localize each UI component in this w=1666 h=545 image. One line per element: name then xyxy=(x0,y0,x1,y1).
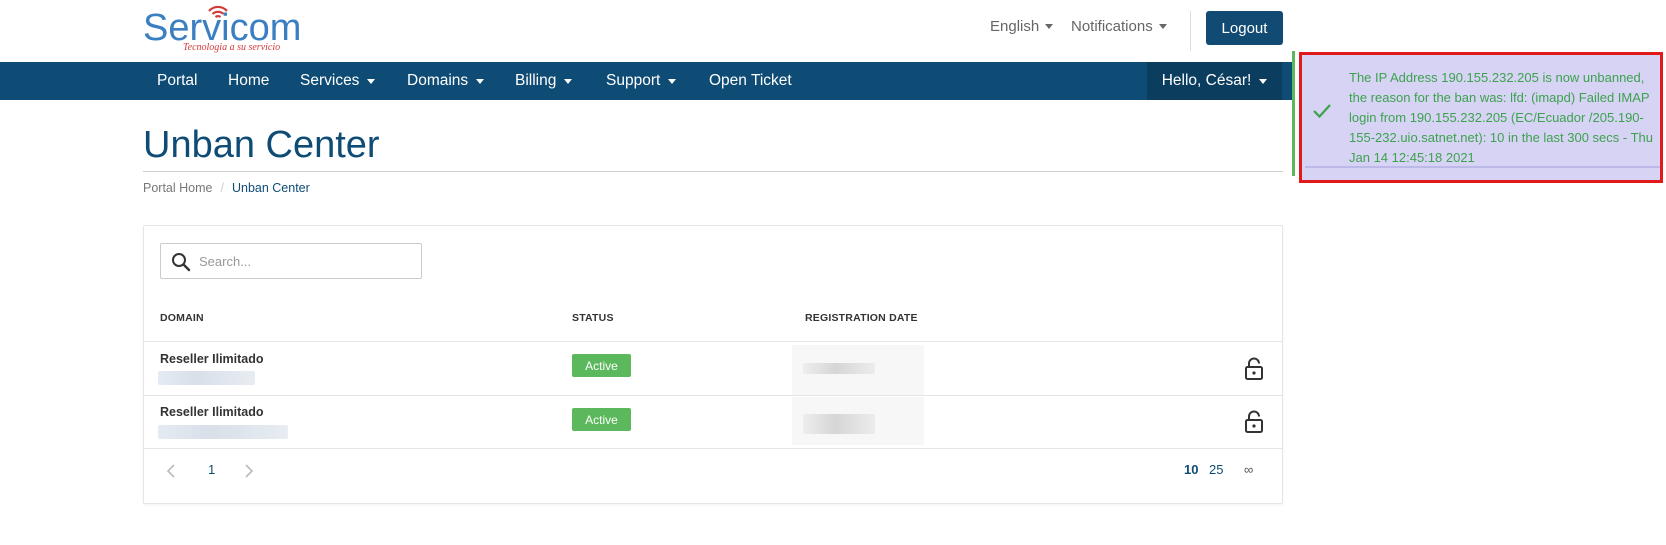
nav-item-home[interactable]: Home xyxy=(228,62,269,100)
nav-item-label: Support xyxy=(606,72,661,89)
user-menu-dropdown[interactable]: Hello, César! xyxy=(1147,62,1282,100)
caret-down-icon xyxy=(564,78,573,84)
breadcrumb: Portal Home / Unban Center xyxy=(143,181,310,195)
redacted-date xyxy=(803,363,875,374)
main-navbar: Portal Home Services Domains Billing Sup… xyxy=(0,62,1292,100)
notifications-label: Notifications xyxy=(1071,18,1153,35)
page-title: Unban Center xyxy=(143,124,380,166)
row-divider xyxy=(144,395,1282,396)
previous-page-icon[interactable] xyxy=(166,464,176,478)
breadcrumb-item-portal-home[interactable]: Portal Home xyxy=(143,181,212,195)
nav-item-portal[interactable]: Portal xyxy=(157,62,198,100)
notifications-dropdown[interactable]: Notifications xyxy=(1071,18,1167,35)
column-header-registration-date[interactable]: REGISTRATION DATE xyxy=(805,312,918,324)
breadcrumb-separator: / xyxy=(220,181,224,195)
caret-down-icon xyxy=(1158,24,1167,29)
status-badge: Active xyxy=(572,408,631,431)
redacted-date xyxy=(803,414,875,434)
row-divider xyxy=(144,448,1282,449)
column-header-status[interactable]: STATUS xyxy=(572,312,614,324)
page-number-button[interactable]: 1 xyxy=(208,462,215,477)
per-page-25[interactable]: 25 xyxy=(1209,462,1223,477)
nav-item-billing[interactable]: Billing xyxy=(515,62,573,100)
nav-item-label: Open Ticket xyxy=(709,72,792,89)
nav-item-label: Home xyxy=(228,72,270,89)
column-header-domain[interactable]: DOMAIN xyxy=(160,312,204,324)
redacted-domain xyxy=(158,371,255,385)
title-divider xyxy=(143,171,1283,172)
search-icon xyxy=(172,253,191,272)
unlock-icon[interactable] xyxy=(1244,357,1264,381)
nav-item-label: Services xyxy=(300,72,360,89)
logout-button[interactable]: Logout xyxy=(1206,11,1283,45)
per-page-all[interactable]: ∞ xyxy=(1244,462,1253,477)
toast-accent-bar xyxy=(1292,51,1295,176)
caret-down-icon xyxy=(476,78,485,84)
nav-item-label: Domains xyxy=(407,72,469,89)
nav-item-services[interactable]: Services xyxy=(300,62,376,100)
status-badge: Active xyxy=(572,354,631,377)
language-label: English xyxy=(990,18,1040,35)
nav-item-label: Billing xyxy=(515,72,557,89)
nav-item-open-ticket[interactable]: Open Ticket xyxy=(709,62,792,100)
per-page-10[interactable]: 10 xyxy=(1184,462,1198,477)
search-input[interactable] xyxy=(199,251,409,271)
caret-down-icon xyxy=(668,78,677,84)
caret-down-icon xyxy=(367,78,376,84)
breadcrumb-item-current: Unban Center xyxy=(231,181,310,195)
redacted-domain xyxy=(158,425,288,439)
next-page-icon[interactable] xyxy=(244,464,254,478)
toast-message: The IP Address 190.155.232.205 is now un… xyxy=(1349,70,1654,165)
nav-item-label: Portal xyxy=(157,72,198,89)
toast-divider xyxy=(1305,166,1660,168)
unban-table-card: DOMAIN STATUS REGISTRATION DATE Reseller… xyxy=(143,225,1283,504)
check-icon xyxy=(1313,104,1331,119)
nav-item-support[interactable]: Support xyxy=(606,62,677,100)
search-field[interactable] xyxy=(160,243,422,279)
unban-notification-toast[interactable]: The IP Address 190.155.232.205 is now un… xyxy=(1299,52,1663,183)
header-divider xyxy=(1190,11,1191,51)
language-dropdown[interactable]: English xyxy=(990,18,1054,35)
servicom-logo[interactable]: Servicom Tecnologia a su servicio xyxy=(143,2,301,54)
row-product-name: Reseller Ilimitado xyxy=(160,352,264,366)
unlock-icon[interactable] xyxy=(1244,410,1264,434)
row-divider xyxy=(144,341,1282,342)
caret-down-icon xyxy=(1045,24,1054,29)
logo-tagline: Tecnologia a su servicio xyxy=(183,42,281,53)
user-greeting: Hello, César! xyxy=(1161,72,1252,89)
caret-down-icon xyxy=(1259,78,1268,84)
row-product-name: Reseller Ilimitado xyxy=(160,405,264,419)
nav-item-domains[interactable]: Domains xyxy=(407,62,485,100)
